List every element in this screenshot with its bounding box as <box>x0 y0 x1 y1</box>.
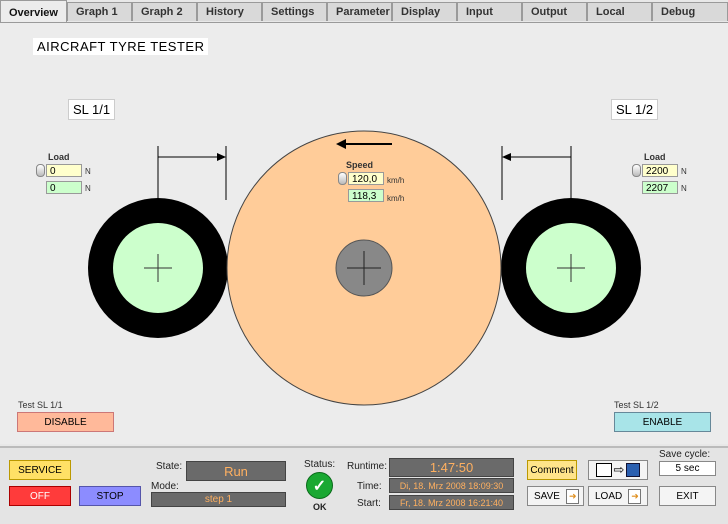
speed-actual: 118,3 <box>348 189 384 202</box>
speed-knob-icon[interactable] <box>338 172 347 185</box>
save-button[interactable]: SAVE ➜ <box>527 486 584 506</box>
save-doc-icon: ➜ <box>565 488 579 504</box>
status-value: OK <box>313 502 327 512</box>
comment-button[interactable]: Comment <box>527 460 577 480</box>
load-doc-icon: ➜ <box>628 488 642 504</box>
sl-left-load-setpoint[interactable]: 0 <box>46 164 82 177</box>
save-cycle-label: Save cycle: <box>659 449 711 460</box>
sl-right-load-actual: 2207 <box>642 181 678 194</box>
status-ok-icon: ✓ <box>306 472 333 499</box>
off-button[interactable]: OFF <box>9 486 71 506</box>
load-button-label: LOAD <box>595 490 623 502</box>
chart-icon <box>595 463 612 477</box>
sl-left-label: SL 1/1 <box>68 99 116 120</box>
sl-left-load-knob-icon[interactable] <box>36 164 45 177</box>
speed-act-unit: km/h <box>387 194 405 203</box>
sl-left-load-act-unit: N <box>85 184 91 193</box>
mode-value: step 1 <box>151 492 286 507</box>
runtime-value: 1:47:50 <box>389 458 514 477</box>
stop-button[interactable]: STOP <box>79 486 141 506</box>
sl-left-load-actual: 0 <box>46 181 82 194</box>
sl-left-load-set-unit: N <box>85 167 91 176</box>
load-button[interactable]: LOAD ➜ <box>588 486 648 506</box>
start-label: Start: <box>357 498 381 509</box>
enable-button[interactable]: ENABLE <box>614 412 711 432</box>
save-button-label: SAVE <box>534 490 560 502</box>
sl-right-label: SL 1/2 <box>611 99 659 120</box>
start-value: Fr, 18. Mrz 2008 16:21:40 <box>389 495 514 510</box>
sl-right-load-act-unit: N <box>681 184 687 193</box>
mode-label: Mode: <box>151 481 179 492</box>
disable-button[interactable]: DISABLE <box>17 412 114 432</box>
time-label: Time: <box>357 481 382 492</box>
save-cycle-value[interactable]: 5 sec <box>659 461 716 476</box>
exit-button[interactable]: EXIT <box>659 486 716 506</box>
status-label: Status: <box>304 459 336 470</box>
state-value: Run <box>186 461 286 481</box>
speed-label: Speed <box>346 160 374 170</box>
sl-left-load-label: Load <box>48 152 70 162</box>
sl-right-load-setpoint[interactable]: 2200 <box>642 164 678 177</box>
disk-icon <box>626 463 641 477</box>
state-label: State: <box>156 461 183 472</box>
sl-right-load-knob-icon[interactable] <box>632 164 641 177</box>
sl-right-load-label: Load <box>644 152 666 162</box>
service-button[interactable]: SERVICE <box>9 460 71 480</box>
export-button[interactable]: ⇨ <box>588 460 648 480</box>
time-value: Di, 18. Mrz 2008 18:09:30 <box>389 478 514 493</box>
speed-set-unit: km/h <box>387 176 405 185</box>
speed-setpoint[interactable]: 120,0 <box>348 172 384 185</box>
tester-diagram <box>88 130 641 406</box>
test-sl-left-label: Test SL 1/1 <box>18 400 63 410</box>
runtime-label: Runtime: <box>347 461 388 472</box>
test-sl-right-label: Test SL 1/2 <box>614 400 659 410</box>
sl-right-load-set-unit: N <box>681 167 687 176</box>
arrow-right-icon: ⇨ <box>613 462 625 477</box>
